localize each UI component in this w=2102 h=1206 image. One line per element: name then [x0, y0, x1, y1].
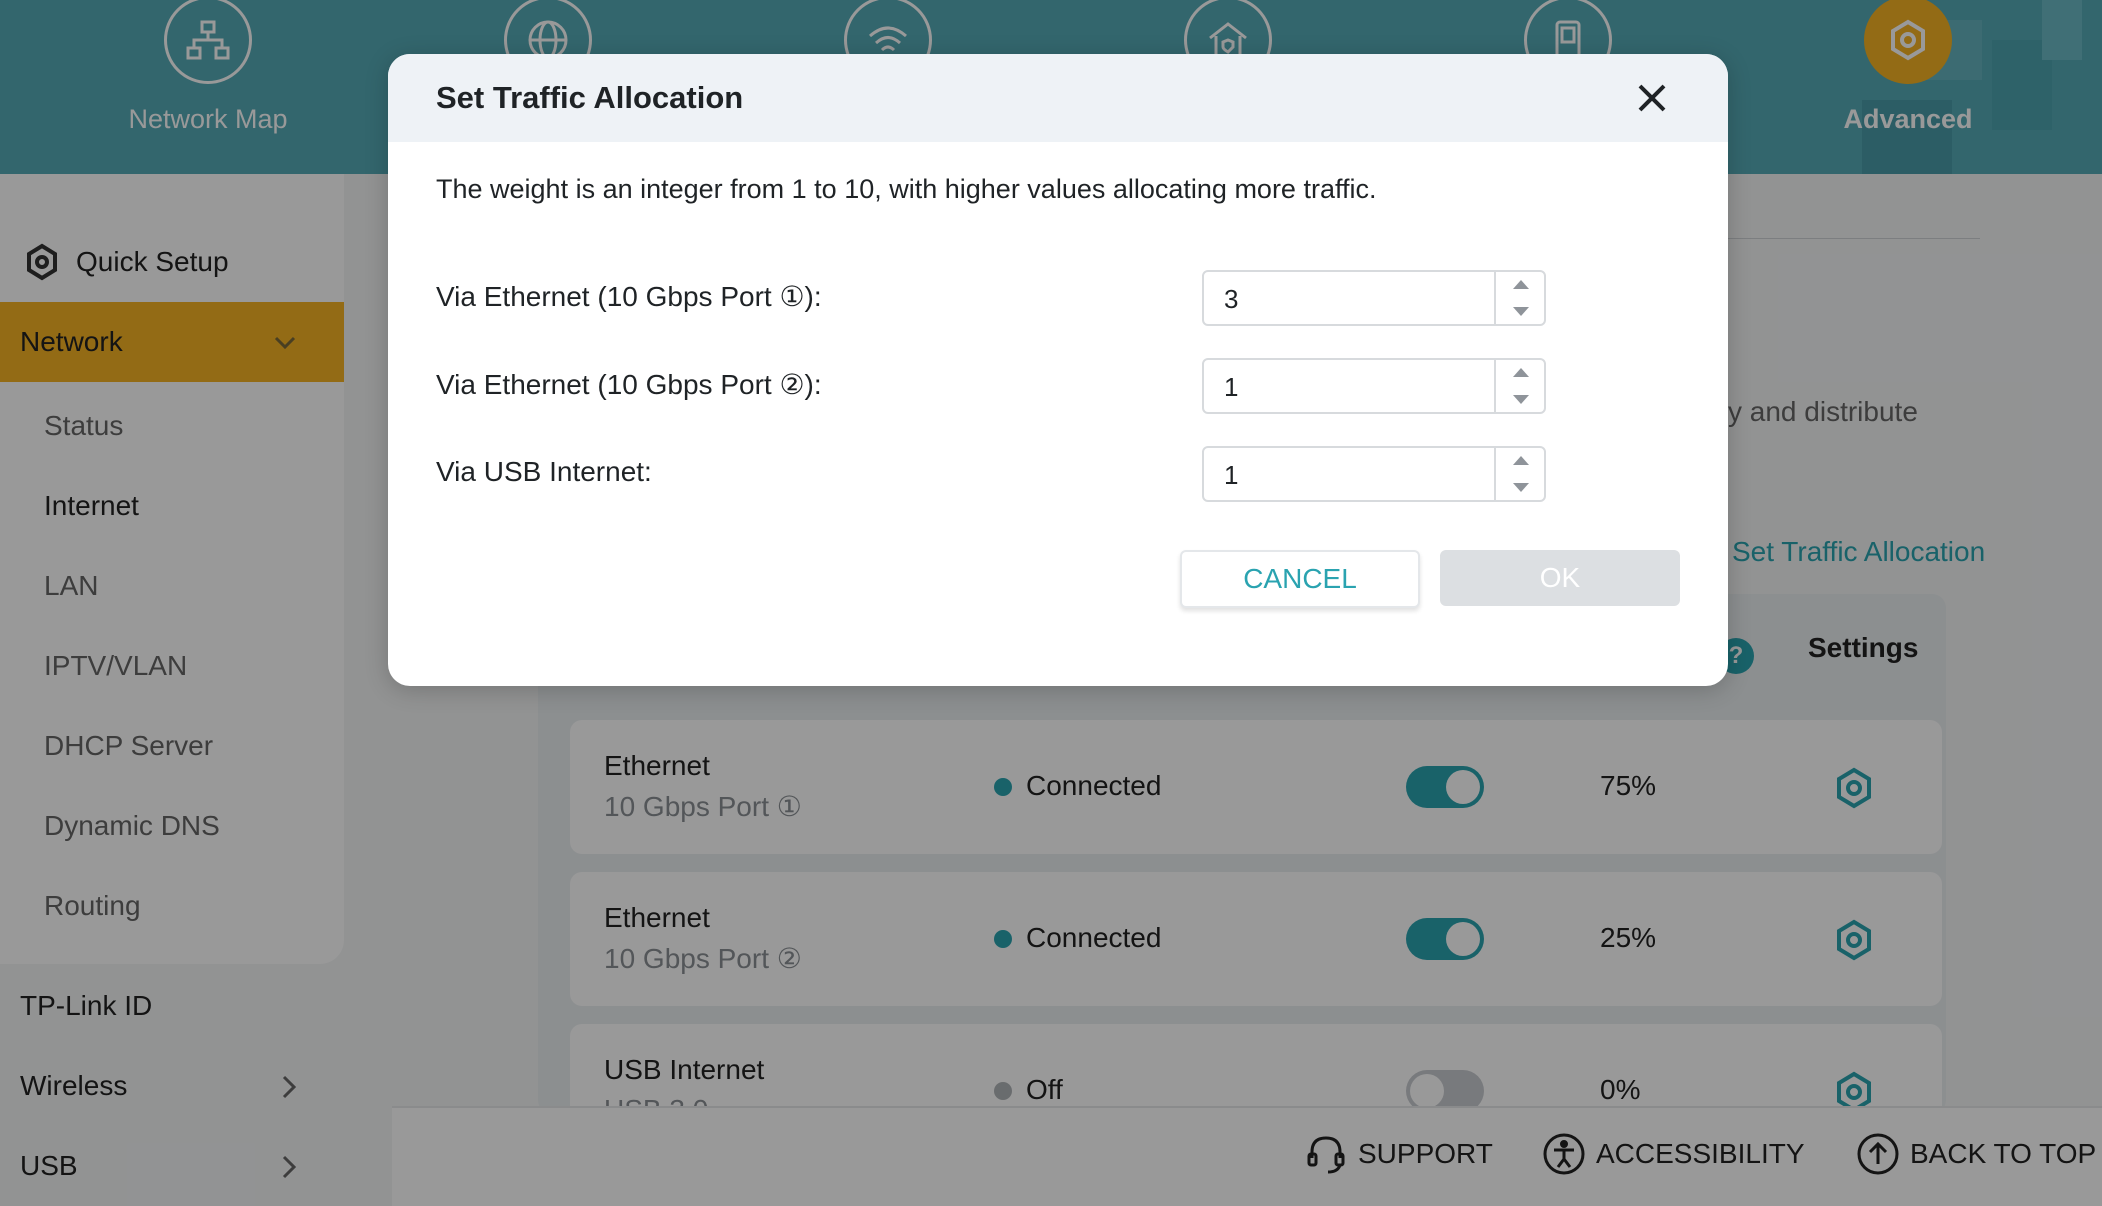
stepper-arrows [1494, 360, 1544, 412]
field-label-port-1: Via Ethernet (10 Gbps Port ①): [436, 281, 822, 312]
weight-stepper-port-1[interactable]: 3 [1202, 270, 1546, 326]
field-label-port-2: Via Ethernet (10 Gbps Port ②): [436, 369, 822, 400]
traffic-allocation-dialog: Set Traffic Allocation The weight is an … [388, 54, 1728, 686]
dialog-header: Set Traffic Allocation [388, 54, 1728, 142]
increment-icon[interactable] [1513, 280, 1529, 289]
close-button[interactable] [1632, 78, 1672, 118]
decrement-icon[interactable] [1513, 483, 1529, 492]
dialog-description: The weight is an integer from 1 to 10, w… [436, 174, 1377, 204]
weight-stepper-port-2[interactable]: 1 [1202, 358, 1546, 414]
weight-value[interactable]: 1 [1224, 460, 1238, 491]
cancel-button[interactable]: CANCEL [1180, 550, 1420, 608]
weight-value[interactable]: 1 [1224, 372, 1238, 403]
weight-stepper-usb[interactable]: 1 [1202, 446, 1546, 502]
dialog-title: Set Traffic Allocation [436, 80, 744, 115]
stepper-arrows [1494, 272, 1544, 324]
decrement-icon[interactable] [1513, 307, 1529, 316]
field-label-usb: Via USB Internet: [436, 456, 652, 487]
stepper-arrows [1494, 448, 1544, 500]
ok-button[interactable]: OK [1440, 550, 1680, 606]
decrement-icon[interactable] [1513, 395, 1529, 404]
close-icon [1638, 84, 1666, 112]
increment-icon[interactable] [1513, 456, 1529, 465]
weight-value[interactable]: 3 [1224, 284, 1238, 315]
increment-icon[interactable] [1513, 368, 1529, 377]
